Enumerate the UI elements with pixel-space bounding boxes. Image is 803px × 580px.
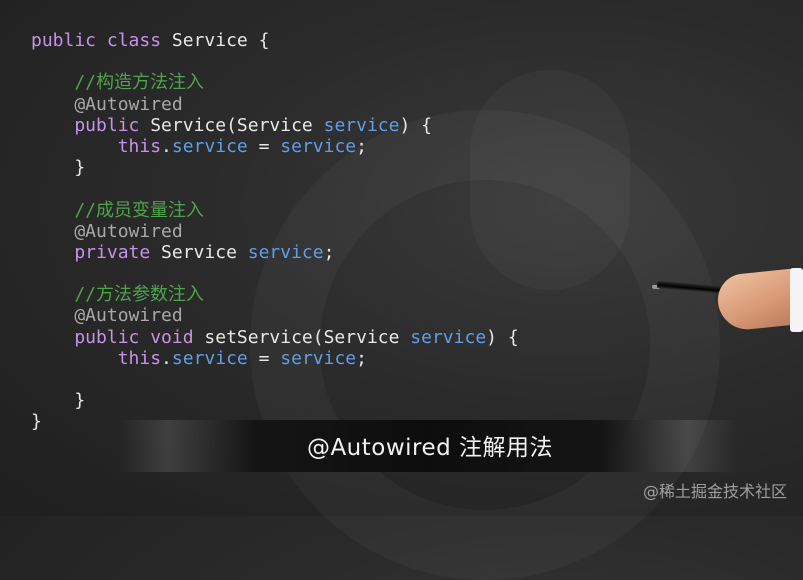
video-caption: @Autowired 注解用法: [306, 435, 554, 461]
code-token-kw: private: [31, 241, 162, 263]
code-token-cmt: //构造方法注入: [31, 72, 205, 94]
code-block: public class Service { //构造方法注入 @Autowir…: [31, 30, 519, 433]
code-line: public void setService(Service service) …: [31, 326, 519, 348]
shirt-cuff-image: [790, 268, 803, 332]
code-token-punc: .: [161, 347, 172, 369]
code-line: @Autowired: [31, 94, 519, 115]
code-line: this.service = service;: [31, 136, 519, 157]
code-token-var: service: [280, 347, 357, 369]
code-token-punc: ;: [356, 347, 367, 369]
code-token-var: service: [247, 241, 324, 263]
code-token-ann: @Autowired: [31, 93, 183, 115]
code-line: }: [31, 157, 519, 178]
watermark: @稀土掘金技术社区: [642, 482, 787, 501]
code-token-punc: ) {: [399, 114, 432, 136]
code-token-kw: this: [31, 135, 162, 157]
code-token-var: service: [171, 135, 248, 157]
code-line: //方法参数注入: [31, 284, 519, 305]
code-line: private Service service;: [31, 242, 519, 263]
code-line: //成员变量注入: [31, 200, 519, 221]
code-line: @Autowired: [31, 305, 519, 326]
code-token-punc: =: [247, 347, 281, 369]
code-token-kw: public: [31, 114, 151, 136]
code-token-punc: }: [31, 157, 86, 179]
code-token-cmt: //方法参数注入: [31, 284, 205, 306]
code-token-punc: ) {: [486, 326, 519, 348]
code-token-kw: public void: [31, 326, 205, 348]
code-token-punc: }: [31, 390, 86, 412]
code-token-var: service: [410, 326, 487, 348]
code-token-punc: ;: [323, 241, 335, 263]
code-line: @Autowired: [31, 221, 519, 242]
code-token-cls: Service(Service: [150, 114, 324, 136]
code-token-var: service: [171, 347, 248, 369]
code-token-cls: Service {: [171, 30, 270, 51]
code-line: }: [31, 390, 519, 411]
code-line: public class Service {: [31, 30, 519, 51]
code-token-cls: Service: [161, 241, 248, 263]
code-token-ann: @Autowired: [31, 305, 183, 327]
code-token-kw: this: [31, 347, 162, 369]
code-token-kw: public class: [31, 30, 172, 51]
code-line: public Service(Service service) {: [31, 115, 519, 136]
code-token-cmt: //成员变量注入: [31, 199, 205, 221]
code-line: this.service = service;: [31, 348, 519, 369]
code-token-cls: setService(Service: [204, 326, 411, 348]
code-token-ann: @Autowired: [31, 220, 183, 242]
code-line: //构造方法注入: [31, 72, 519, 93]
code-token-punc: =: [247, 135, 281, 157]
code-token-punc: .: [161, 135, 172, 157]
code-token-var: service: [280, 135, 357, 157]
code-token-punc: ;: [356, 135, 367, 157]
code-token-var: service: [323, 114, 400, 136]
